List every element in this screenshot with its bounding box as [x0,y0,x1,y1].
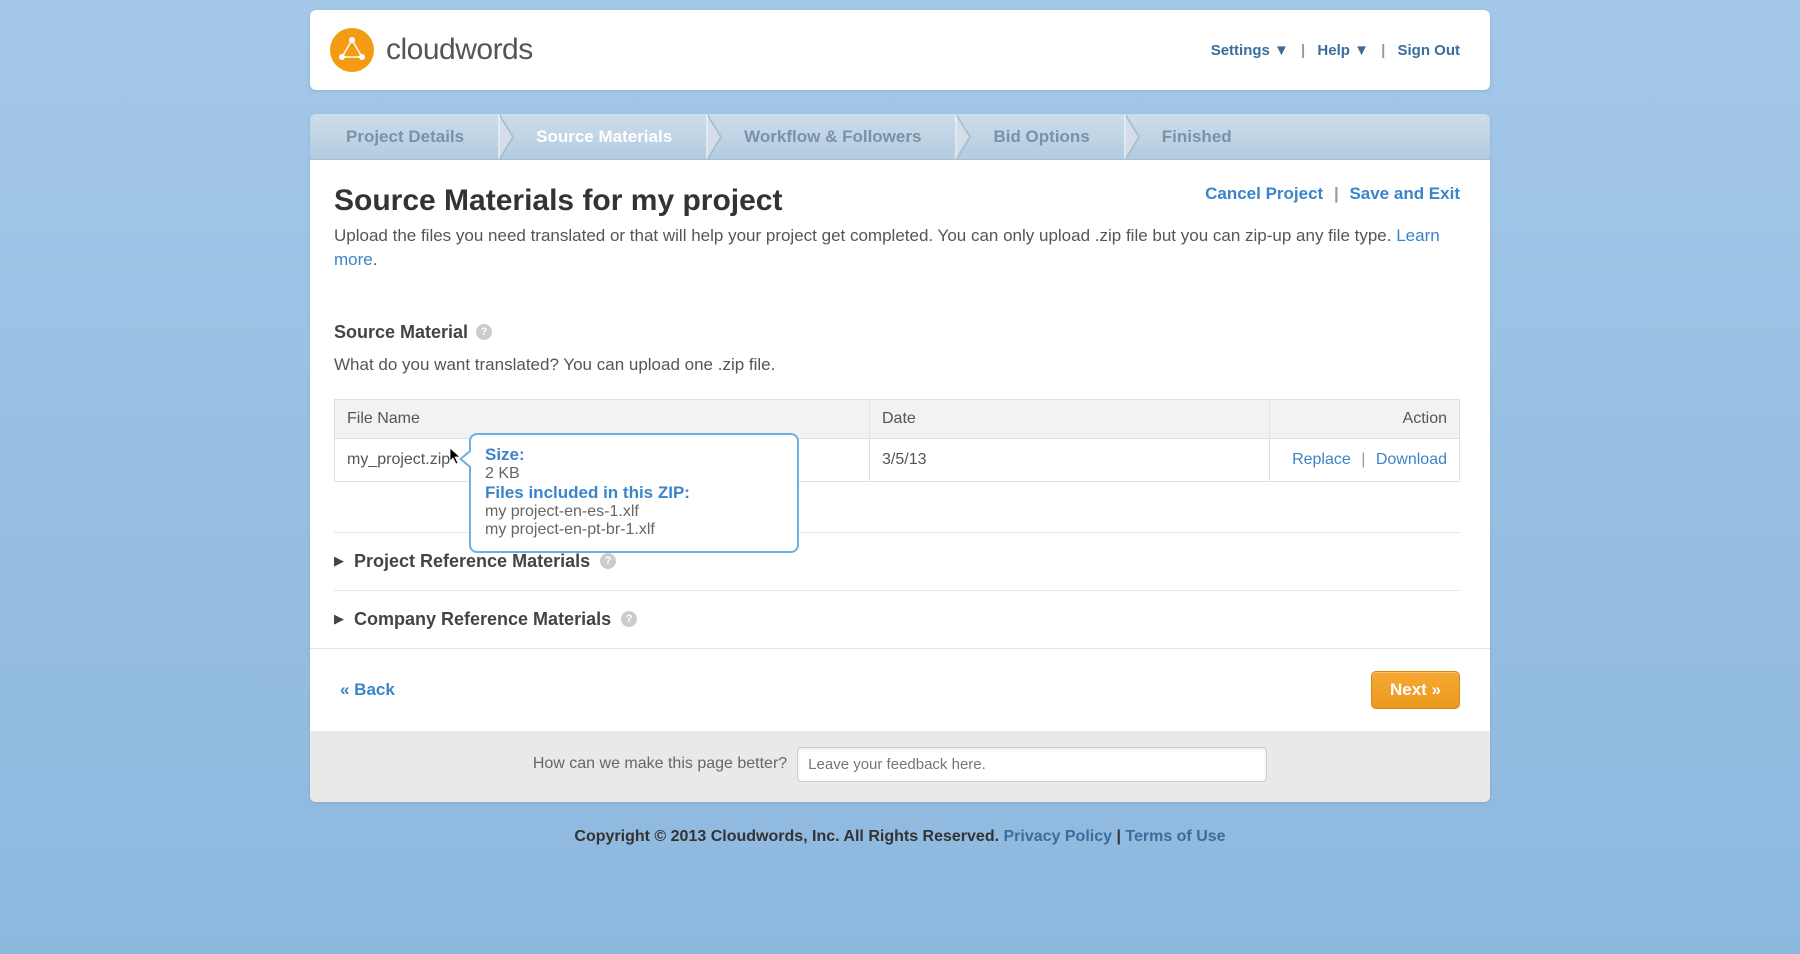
tab-bid-options[interactable]: Bid Options [957,114,1125,159]
col-date: Date [870,399,1270,438]
caret-right-icon: ▶ [334,611,344,627]
table-row: my_project.zip i Size: 2 KB Files includ… [335,438,1460,481]
tooltip-file-item: my project-en-pt-br-1.xlf [485,521,783,539]
footer: Copyright © 2013 Cloudwords, Inc. All Ri… [310,802,1490,872]
next-button[interactable]: Next » [1371,671,1460,709]
file-table: File Name Date Action my_project.zip i [334,399,1460,482]
caret-right-icon: ▶ [334,553,344,569]
cloudwords-logo-icon [330,28,374,72]
page-subtitle: Upload the files you need translated or … [334,224,1460,272]
tooltip-files-label: Files included in this ZIP: [485,483,783,503]
source-material-heading: Source Material ? [334,322,1460,343]
project-reference-toggle[interactable]: ▶ Project Reference Materials ? [334,551,1460,572]
feedback-label: How can we make this page better? [533,755,787,773]
title-actions: Cancel Project | Save and Exit [1205,184,1460,204]
settings-menu[interactable]: Settings ▼ [1211,42,1289,59]
company-reference-section: ▶ Company Reference Materials ? [334,590,1460,648]
feedback-input[interactable] [797,747,1267,782]
wizard-stepper: Project Details Source Materials Workflo… [310,114,1490,160]
tooltip-size-label: Size: [485,445,783,465]
cancel-project-link[interactable]: Cancel Project [1205,184,1323,203]
tab-finished[interactable]: Finished [1126,114,1268,159]
tab-source-materials[interactable]: Source Materials [500,114,708,159]
file-date: 3/5/13 [870,438,1270,481]
tooltip-size-value: 2 KB [485,465,783,483]
download-link[interactable]: Download [1376,451,1447,468]
logo[interactable]: cloudwords [330,28,533,72]
file-info-tooltip: Size: 2 KB Files included in this ZIP: m… [469,433,799,553]
terms-of-use-link[interactable]: Terms of Use [1125,828,1225,845]
tab-project-details[interactable]: Project Details [310,114,500,159]
replace-link[interactable]: Replace [1292,451,1351,468]
help-menu[interactable]: Help ▼ [1317,42,1369,59]
privacy-policy-link[interactable]: Privacy Policy [1003,828,1112,845]
top-nav: Settings ▼ | Help ▼ | Sign Out [1211,42,1460,59]
action-bar: « Back Next » [310,648,1490,731]
tooltip-file-item: my project-en-es-1.xlf [485,503,783,521]
site-header: cloudwords Settings ▼ | Help ▼ | Sign Ou… [310,10,1490,90]
brand-text: cloudwords [386,33,533,67]
help-icon[interactable]: ? [621,611,637,627]
main-content: Project Details Source Materials Workflo… [310,114,1490,802]
file-name: my_project.zip [347,451,450,468]
back-link[interactable]: « Back [340,680,395,700]
signout-link[interactable]: Sign Out [1398,42,1461,59]
help-icon[interactable]: ? [476,324,492,340]
col-action: Action [1270,399,1460,438]
tab-workflow-followers[interactable]: Workflow & Followers [708,114,957,159]
company-reference-toggle[interactable]: ▶ Company Reference Materials ? [334,609,1460,630]
page-title: Source Materials for my project [334,184,782,218]
feedback-bar: How can we make this page better? [310,731,1490,802]
source-material-description: What do you want translated? You can upl… [334,355,1460,375]
save-and-exit-link[interactable]: Save and Exit [1349,184,1460,203]
help-icon[interactable]: ? [600,553,616,569]
